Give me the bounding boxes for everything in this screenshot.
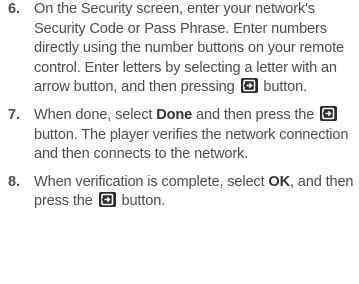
step-number: 6. xyxy=(8,1,20,17)
enter-button-icon xyxy=(98,192,116,208)
step-number: 8. xyxy=(8,173,20,190)
menu-option-ok: OK xyxy=(268,173,290,190)
enter-button-icon xyxy=(320,105,338,121)
step-text-end: button. xyxy=(259,79,307,96)
step-text-mid: and then press the xyxy=(192,106,319,123)
step-7: 7. When done, select Done and then press… xyxy=(8,105,354,165)
menu-option-done: Done xyxy=(156,106,193,123)
step-6: 6. On the Security screen, enter your ne… xyxy=(8,0,354,98)
enter-button-icon xyxy=(240,78,258,94)
step-text: When done, select xyxy=(34,106,157,123)
step-text: When verification is complete, select xyxy=(34,173,269,190)
step-text-end: button. xyxy=(117,193,166,210)
step-8: 8. When verification is complete, select… xyxy=(8,173,354,212)
instruction-steps: 6. On the Security screen, enter your ne… xyxy=(8,0,354,212)
step-number: 7. xyxy=(8,106,20,123)
step-text-end: button. The player verifies the network … xyxy=(34,126,349,163)
